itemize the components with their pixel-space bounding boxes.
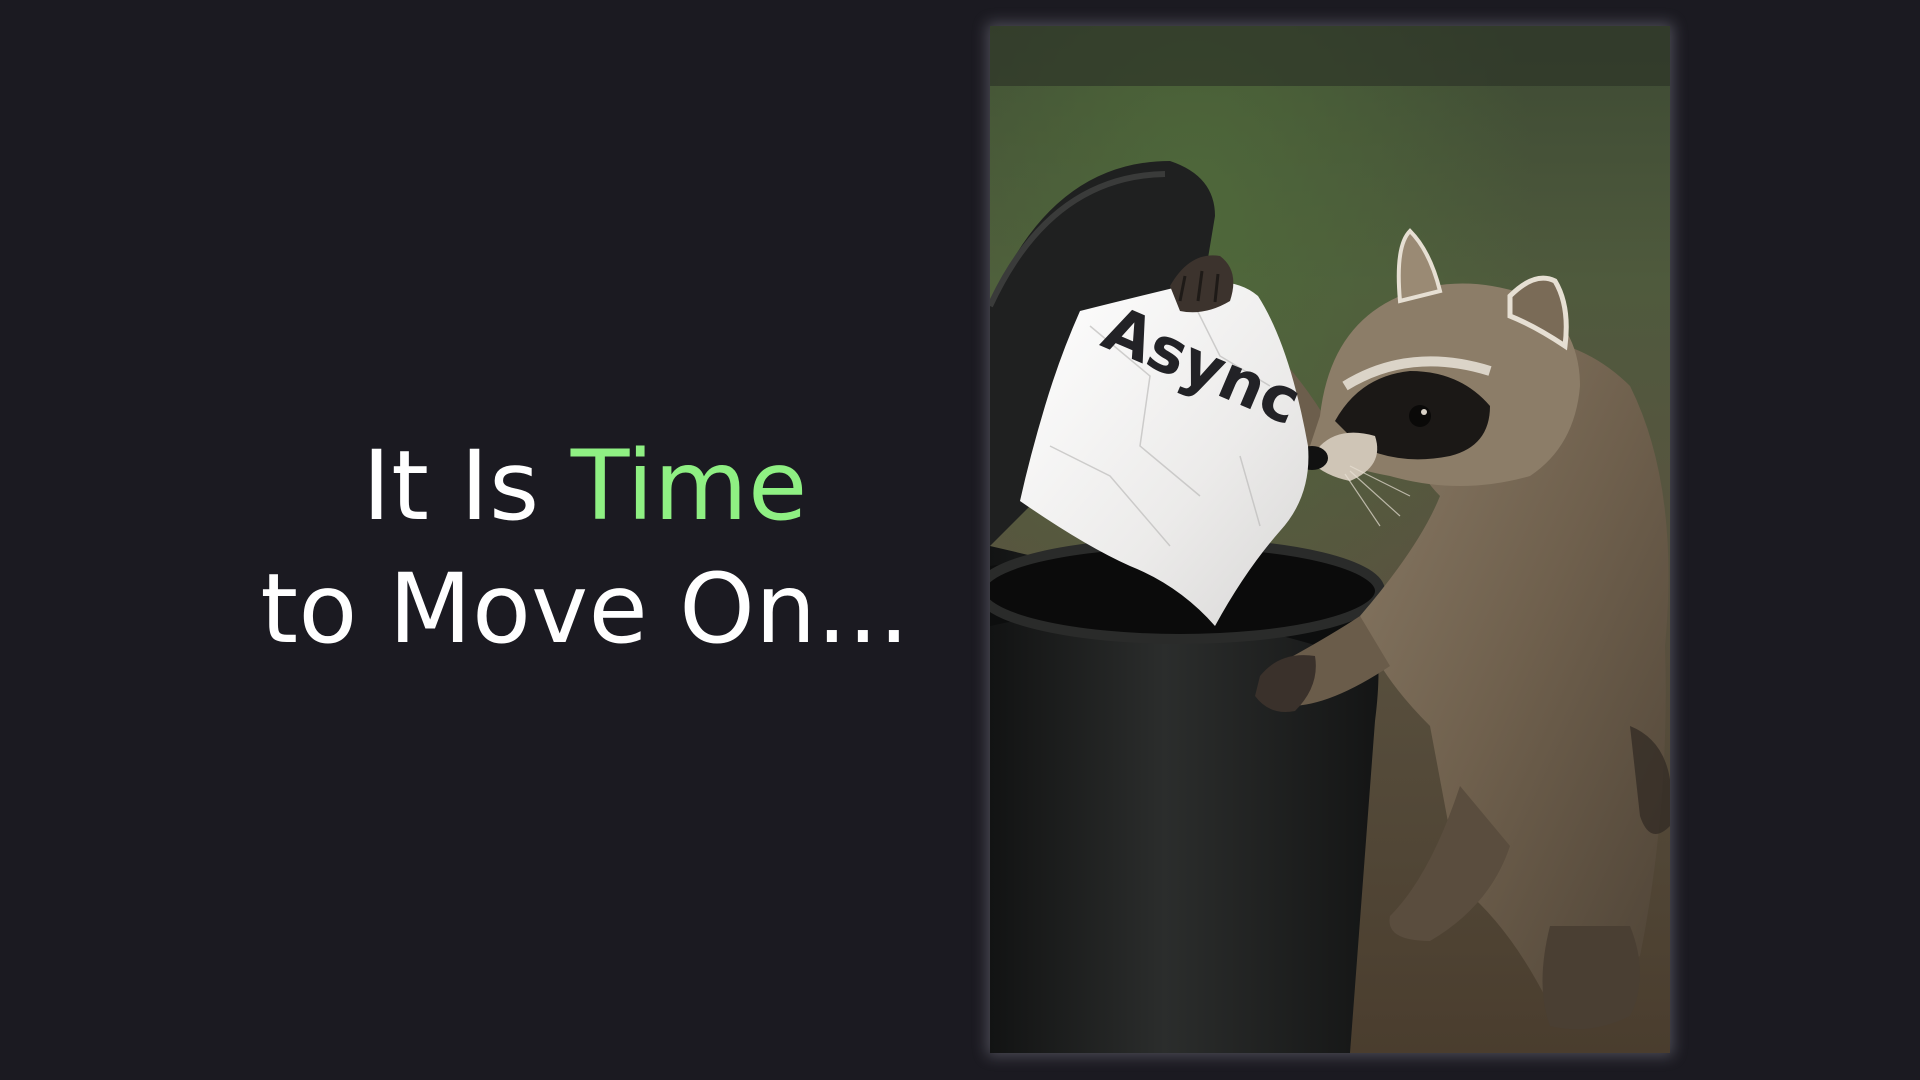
headline-accent-word: Time [570,430,808,542]
raccoon-photo: Async [990,26,1670,1053]
slide: It Is Time to Move On... Async [0,0,1920,1080]
raccoon-illustration: Async [990,26,1670,1053]
headline-prefix: It Is [362,430,571,542]
